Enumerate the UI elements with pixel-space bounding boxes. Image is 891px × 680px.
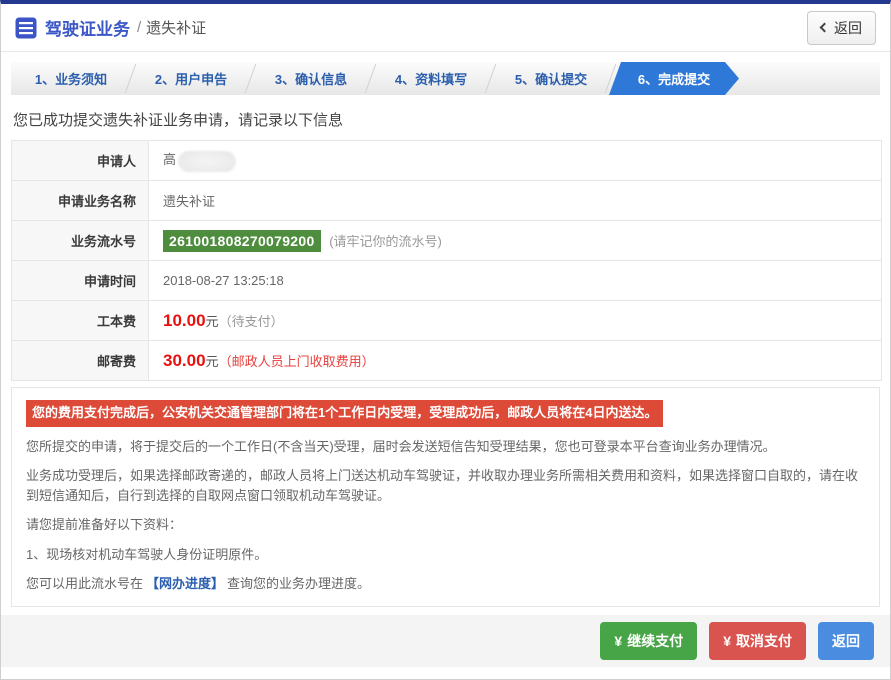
page-window: 驾驶证业务 / 遗失补证 返回 1、业务须知 2、用户申告 3、确认信息 4、资… <box>0 0 891 680</box>
return-button[interactable]: 返回 <box>818 621 874 660</box>
action-bar: ¥ 继续支付 ¥ 取消支付 返回 <box>1 614 890 667</box>
step-4-fill-materials: 4、资料填写 <box>371 62 497 95</box>
apply-time-value: 2018-08-27 13:25:18 <box>148 260 882 301</box>
step-2-user-declaration: 2、用户申告 <box>131 62 257 95</box>
notice-paragraph-1: 您所提交的申请，将于提交后的一个工作日(不含当天)受理，届时会发送短信告知受理结… <box>26 438 776 454</box>
production-fee-unit: 元 <box>205 313 219 329</box>
progress-query-prefix: 您可以用此流水号在 <box>26 576 144 592</box>
step-5-confirm-submit: 5、确认提交 <box>491 62 617 95</box>
name-redaction-blur <box>178 150 237 172</box>
continue-payment-label: 继续支付 <box>627 632 684 649</box>
result-info-table: 申请人 高 申请业务名称 遗失补证 业务流水号 2610018082700792… <box>11 140 882 381</box>
online-progress-link[interactable]: 【网办进度】 <box>146 576 224 591</box>
production-fee-value: 10.00元（待支付） <box>148 300 882 341</box>
continue-payment-button[interactable]: ¥ 继续支付 <box>600 621 698 660</box>
cancel-payment-label: 取消支付 <box>736 632 792 649</box>
page-title: 驾驶证业务 <box>45 20 130 39</box>
production-fee-label: 工本费 <box>11 300 149 341</box>
postage-fee-amount: 30.00 <box>163 350 206 370</box>
page-header: 驾驶证业务 / 遗失补证 返回 <box>1 4 890 52</box>
applicant-value: 高 <box>148 140 882 181</box>
serial-number-label: 业务流水号 <box>11 220 149 261</box>
step-wizard: 1、业务须知 2、用户申告 3、确认信息 4、资料填写 5、确认提交 6、完成提… <box>11 62 880 95</box>
business-name-label: 申请业务名称 <box>11 180 149 221</box>
serial-number-hint: (请牢记你的流水号) <box>329 234 442 249</box>
success-message: 您已成功提交遗失补证业务申请，请记录以下信息 <box>13 112 344 129</box>
postage-fee-value: 30.00元（邮政人员上门收取费用） <box>148 340 882 381</box>
header-back-label: 返回 <box>834 19 862 36</box>
step-3-confirm-info: 3、确认信息 <box>251 62 377 95</box>
return-button-label: 返回 <box>832 632 860 649</box>
postage-fee-label: 邮寄费 <box>11 340 149 381</box>
serial-number-value: 261001808270079200 (请牢记你的流水号) <box>148 220 882 261</box>
table-row-serial-number: 业务流水号 261001808270079200 (请牢记你的流水号) <box>11 220 882 261</box>
breadcrumb-separator: / <box>137 19 142 36</box>
serial-number-badge: 261001808270079200 <box>163 230 321 252</box>
business-name-value: 遗失补证 <box>148 180 882 221</box>
step-6-complete-submit-active: 6、完成提交 <box>609 62 739 95</box>
table-row-applicant: 申请人 高 <box>11 140 882 181</box>
progress-query-suffix: 查询您的业务办理进度。 <box>227 576 371 592</box>
breadcrumb-current: 遗失补证 <box>146 20 207 37</box>
apply-time-label: 申请时间 <box>11 260 149 301</box>
postage-fee-note: （邮政人员上门收取费用） <box>218 353 375 369</box>
postage-fee-unit: 元 <box>205 353 219 369</box>
table-row-production-fee: 工本费 10.00元（待支付） <box>11 300 882 341</box>
notice-paragraph-4: 1、现场核对机动车驾驶人身份证明原件。 <box>26 546 268 562</box>
yuan-icon: ¥ <box>723 632 731 649</box>
notice-box: 您的费用支付完成后，公安机关交通管理部门将在1个工作日内受理，受理成功后，邮政人… <box>11 387 880 607</box>
applicant-label: 申请人 <box>11 140 149 181</box>
table-row-postage-fee: 邮寄费 30.00元（邮政人员上门收取费用） <box>11 340 882 381</box>
production-fee-note: （待支付） <box>218 313 284 329</box>
progress-query-line: 您可以用此流水号在 【网办进度】 查询您的业务办理进度。 <box>26 574 865 594</box>
header-back-button[interactable]: 返回 <box>807 10 876 45</box>
payment-warning-banner: 您的费用支付完成后，公安机关交通管理部门将在1个工作日内受理，受理成功后，邮政人… <box>26 400 664 427</box>
notice-paragraph-2: 业务成功受理后，如果选择邮政寄递的，邮政人员将上门送达机动车驾驶证，并收取办理业… <box>26 468 859 503</box>
chevron-left-icon <box>819 22 830 33</box>
production-fee-amount: 10.00 <box>163 310 206 330</box>
yuan-icon: ¥ <box>614 632 623 649</box>
table-row-business-name: 申请业务名称 遗失补证 <box>11 180 882 221</box>
list-icon <box>15 17 37 39</box>
table-row-apply-time: 申请时间 2018-08-27 13:25:18 <box>11 260 882 301</box>
notice-paragraph-3: 请您提前准备好以下资料： <box>26 517 183 533</box>
cancel-payment-button[interactable]: ¥ 取消支付 <box>709 621 806 660</box>
step-1-business-notice: 1、业务须知 <box>11 62 137 95</box>
